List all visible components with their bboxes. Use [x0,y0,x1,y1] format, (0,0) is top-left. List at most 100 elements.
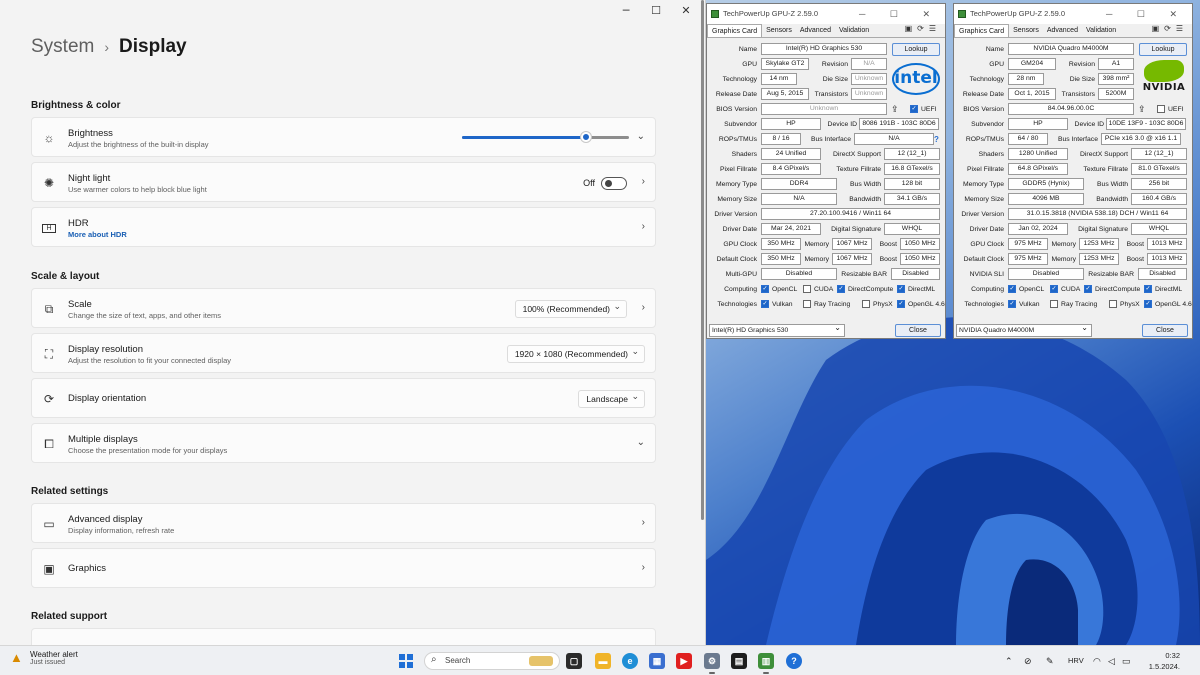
section-related-settings: Related settings [31,486,109,497]
bus-width-label: Bus Width [850,181,881,188]
chevron-right-icon[interactable]: › [642,221,645,232]
tab-validation[interactable]: Validation [835,24,873,37]
privacy-icon[interactable]: ⊘ [1024,654,1032,668]
battery-icon[interactable]: ▭ [1122,654,1131,668]
directml-checkbox[interactable]: ✓ [1144,285,1152,293]
related-support-card[interactable] [31,628,656,645]
footer: Intel(R) HD Graphics 530 Close [707,322,945,339]
breadcrumb-system[interactable]: System [31,36,94,58]
ray-tracing-checkbox[interactable] [803,300,811,308]
tab-graphics-card[interactable]: Graphics Card [707,24,763,37]
tab-sensors[interactable]: Sensors [1009,24,1043,37]
chevron-right-icon[interactable]: › [642,517,645,528]
ray-tracing-checkbox[interactable] [1050,300,1058,308]
terminal-icon[interactable]: ▤ [731,653,747,669]
help-icon[interactable]: ? [934,132,939,147]
window-controls[interactable]: ─ ☐ ✕ [859,4,941,24]
tab-advanced[interactable]: Advanced [796,24,835,37]
task-view-icon[interactable]: ▢ [566,653,582,669]
gpuz-icon[interactable]: ▥ [758,653,774,674]
tab-validation[interactable]: Validation [1082,24,1120,37]
gpu-select[interactable]: Intel(R) HD Graphics 530 [709,322,845,337]
edge-icon[interactable]: e [622,653,638,669]
toolbar-icons[interactable]: ▣⟳☰ [1152,24,1188,33]
share-icon[interactable]: ⇪ [1138,102,1146,117]
chevron-right-icon[interactable]: › [642,176,645,187]
tab-sensors[interactable]: Sensors [762,24,796,37]
uefi-checkbox[interactable]: ✓ [910,105,918,113]
taskbar-search[interactable]: ⌕ Search [424,652,560,670]
lookup-button[interactable]: Lookup [1139,43,1187,56]
physx-checkbox[interactable] [862,300,870,308]
chevron-down-icon[interactable]: ⌄ [637,131,645,142]
tab-advanced[interactable]: Advanced [1043,24,1082,37]
close-button[interactable]: ✕ [671,2,701,20]
uefi-label: UEFI [921,106,937,113]
scrollbar[interactable] [701,0,704,520]
directcompute-checkbox[interactable]: ✓ [837,285,845,293]
breadcrumb: System › Display [31,36,187,58]
physx-checkbox[interactable] [1109,300,1117,308]
brightness-slider-thumb[interactable] [580,132,591,142]
volume-icon[interactable]: ◁ [1108,654,1115,668]
texture-fillrate-label: Texture Fillrate [836,166,881,173]
night-light-card[interactable]: ✺ Night light Use warmer colors to help … [31,162,656,202]
info-row: Memory Type DDR4 Bus Width 128 bit [707,177,945,192]
maximize-button[interactable]: ☐ [641,2,671,20]
cuda-checkbox[interactable]: ✓ [1050,285,1058,293]
settings-icon[interactable]: ⚙ [704,653,720,674]
cuda-checkbox[interactable] [803,285,811,293]
info-row: Shaders 24 Unified DirectX Support 12 (12_1… [707,147,945,162]
language-indicator[interactable]: HRV [1068,654,1084,668]
advanced-display-card[interactable]: ▭ Advanced display Display information, … [31,503,656,543]
lookup-button[interactable]: Lookup [892,43,940,56]
directx-support-value: 12 (12_1) [884,148,940,160]
chevron-right-icon[interactable]: › [642,562,645,573]
device-id-value: 10DE 13F9 - 103C 80D6 [1106,118,1186,130]
youtube-icon[interactable]: ▶ [676,653,692,669]
share-icon[interactable]: ⇪ [891,102,899,117]
brightness-slider[interactable] [462,132,629,142]
multiple-displays-card[interactable]: ⧠ Multiple displays Choose the presentat… [31,423,656,463]
start-button[interactable] [399,654,413,668]
chevron-down-icon[interactable]: ⌄ [637,437,645,448]
toolbar-icons[interactable]: ▣⟳☰ [905,24,941,33]
resolution-dropdown[interactable]: 1920 × 1080 (Recommended) [506,343,645,363]
weather-widget[interactable]: ▲ Weather alert Just issued [10,650,78,666]
orientation-dropdown[interactable]: Landscape [578,388,645,408]
chevron-up-icon[interactable]: ⌃ [1005,654,1013,668]
multiple-displays-title: Multiple displays [68,434,138,445]
vulkan-checkbox[interactable]: ✓ [1008,300,1016,308]
opencl-checkbox[interactable]: ✓ [761,285,769,293]
opencl-checkbox[interactable]: ✓ [1008,285,1016,293]
pen-icon[interactable]: ✎ [1046,654,1054,668]
clock[interactable]: 0:32 1.5.2024. [1140,650,1180,672]
file-explorer-icon[interactable]: ▬ [595,653,611,669]
directcompute-checkbox[interactable]: ✓ [1084,285,1092,293]
uefi-checkbox[interactable] [1157,105,1165,113]
scale-card[interactable]: ⧉ Scale Change the size of text, apps, a… [31,288,656,328]
graphics-card[interactable]: ▣ Graphics › [31,548,656,588]
directml-checkbox[interactable]: ✓ [897,285,905,293]
night-light-toggle[interactable] [601,177,627,190]
close-button[interactable]: Close [1142,324,1188,337]
opengl-4-6-checkbox[interactable]: ✓ [1144,300,1152,308]
directcompute-label: DirectCompute [1095,286,1141,293]
window-controls[interactable]: ─ ☐ ✕ [1106,4,1188,24]
hdr-card[interactable]: H HDR More about HDR › [31,207,656,247]
minimize-button[interactable]: ─ [611,2,641,20]
close-button[interactable]: Close [895,324,941,337]
memory-size-value: N/A [761,193,837,205]
store-icon[interactable]: ▦ [649,653,665,669]
opengl-4-6-checkbox[interactable]: ✓ [897,300,905,308]
graphics-card-panel: Name Intel(R) HD Graphics 530 Lookup GPU Sky… [707,40,945,324]
chevron-right-icon[interactable]: › [642,302,645,313]
info-row: NVIDIA SLI Disabled Resizable BAR Disabled [954,267,1192,282]
more-about-hdr-link[interactable]: More about HDR [68,230,127,239]
wifi-icon[interactable]: ◠ [1093,654,1101,668]
scale-dropdown[interactable]: 100% (Recommended) [514,298,627,318]
vulkan-checkbox[interactable]: ✓ [761,300,769,308]
help-icon[interactable]: ? [786,653,802,669]
gpu-select[interactable]: NVIDIA Quadro M4000M [956,322,1092,337]
tab-graphics-card[interactable]: Graphics Card [954,24,1010,37]
